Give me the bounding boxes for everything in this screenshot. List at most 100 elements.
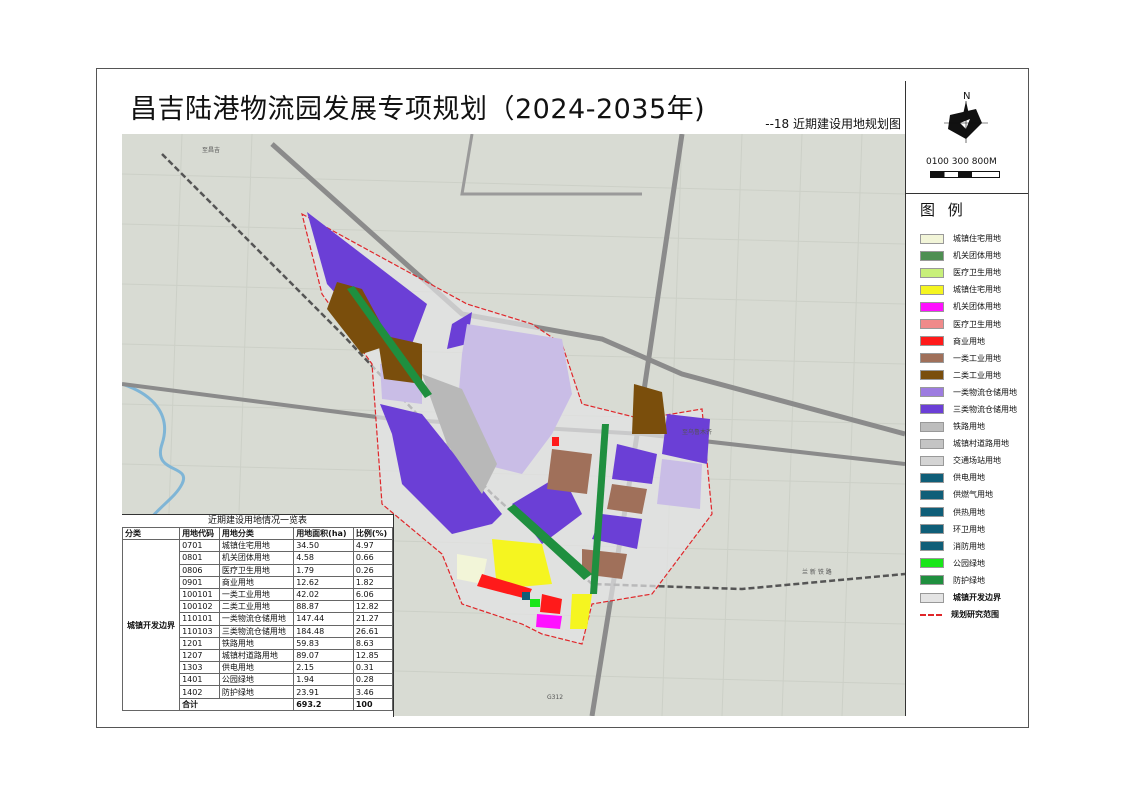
legend-label: 铁路用地 — [953, 422, 985, 432]
table-cell-area: 1.79 — [293, 563, 354, 577]
table-cell-name: 一类工业用地 — [218, 587, 295, 602]
rail-label: 兰 新 铁 路 — [802, 568, 832, 576]
table-cell-code: 1303 — [179, 661, 220, 675]
north-arrow-icon: N — [944, 91, 988, 143]
table-cell-name: 城镇住宅用地 — [218, 539, 295, 553]
legend-label: 一类工业用地 — [953, 353, 1001, 363]
table-cell-area: 59.83 — [293, 636, 354, 650]
table-cell-code: 1401 — [179, 673, 220, 687]
table-cell-code: 100101 — [179, 587, 220, 602]
legend-item: 城镇村道路用地 — [920, 435, 1017, 452]
legend-label: 机关团体用地 — [953, 302, 1001, 312]
table-cell-ratio: 0.26 — [352, 563, 394, 577]
table-cell-area: 42.02 — [293, 587, 354, 602]
table-cell-code: 0801 — [179, 551, 220, 565]
legend-label: 机关团体用地 — [953, 251, 1001, 261]
legend-swatch — [920, 233, 944, 244]
table-total-area: 693.2 — [293, 697, 354, 711]
table-header-row: 分类 用地代码 用地分类 用地面积(ha) 比例(%) — [121, 526, 394, 541]
legend-title: 图 例 — [920, 201, 967, 219]
table-cell-ratio: 12.82 — [352, 600, 394, 614]
table-cell-area: 1.94 — [293, 673, 354, 687]
table-cell-name: 二类工业用地 — [218, 600, 295, 614]
table-row: 城镇开发边界 0701 城镇住宅用地 34.50 4.97 — [121, 539, 394, 711]
legend-divider — [906, 193, 1028, 194]
road-label-north: 至昌吉 — [202, 147, 220, 154]
legend-item: 供燃气用地 — [920, 486, 1017, 503]
legend-item: 一类工业用地 — [920, 350, 1017, 367]
legend-label: 医疗卫生用地 — [953, 268, 1001, 278]
table-title: 近期建设用地情况一览表 — [207, 516, 307, 526]
table-cell-ratio: 0.28 — [352, 673, 394, 687]
legend-swatch — [920, 524, 944, 535]
legend-swatch — [920, 613, 942, 616]
legend-label: 防护绿地 — [953, 575, 985, 585]
legend-item: 城镇开发边界 — [920, 589, 1017, 606]
legend-item: 交通场站用地 — [920, 452, 1017, 469]
legend-label: 城镇住宅用地 — [953, 234, 1001, 244]
parcel-park — [530, 599, 540, 607]
table-cell-code: 0901 — [179, 575, 220, 589]
page-title: 昌吉陆港物流园发展专项规划（2024-2035年) — [130, 94, 706, 125]
legend-item: 供热用地 — [920, 504, 1017, 521]
legend-label: 消防用地 — [953, 541, 985, 551]
scale-bar — [930, 171, 1000, 178]
header-code: 用地代码 — [179, 526, 220, 541]
legend-item: 公园绿地 — [920, 555, 1017, 572]
legend-item: 二类工业用地 — [920, 367, 1017, 384]
legend-label: 供热用地 — [953, 507, 985, 517]
legend-label: 供电用地 — [953, 473, 985, 483]
legend-swatch — [920, 353, 944, 364]
table-cell-area: 4.58 — [293, 551, 354, 565]
legend-label: 医疗卫生用地 — [953, 319, 1001, 329]
legend-list: 城镇住宅用地 机关团体用地 医疗卫生用地 城镇住宅用地 机关团体用地 医疗卫生用地 商业用地… — [920, 230, 1017, 623]
table-cell-name: 城镇村道路用地 — [218, 648, 295, 663]
legend-label: 环卫用地 — [953, 524, 985, 534]
table-cell-code: 110103 — [179, 624, 220, 638]
road-label-east: 至乌鲁木齐 — [682, 428, 712, 436]
table-category-cell: 城镇开发边界 — [121, 539, 181, 711]
legend-item: 机关团体用地 — [920, 298, 1017, 315]
table-cell-name: 铁路用地 — [218, 636, 295, 650]
scale-label: 0100 300 800M — [926, 157, 997, 167]
table-cell-ratio: 6.06 — [352, 587, 394, 602]
legend-swatch — [920, 421, 944, 432]
legend-swatch — [920, 370, 944, 381]
parcel-logistics-1-east — [657, 459, 702, 509]
header-ratio: 比例(%) — [352, 526, 394, 541]
legend-item: 医疗卫生用地 — [920, 315, 1017, 332]
table-cell-code: 0701 — [179, 539, 220, 553]
table-cell-code: 110101 — [179, 612, 220, 626]
parcel-commercial-3 — [552, 437, 559, 446]
table-cell-code: 1201 — [179, 636, 220, 650]
legend-label: 城镇开发边界 — [953, 593, 1001, 603]
legend-swatch — [920, 472, 944, 483]
table-cell-ratio: 12.85 — [352, 648, 394, 663]
table-cell-area: 2.15 — [293, 661, 354, 675]
north-label: N — [963, 91, 970, 102]
table-cell-name: 一类物流仓储用地 — [218, 612, 295, 626]
legend-swatch — [920, 267, 944, 278]
table-cell-area: 184.48 — [293, 624, 354, 638]
table-cell-ratio: 21.27 — [352, 612, 394, 626]
legend-label: 规划研究范围 — [951, 610, 999, 620]
legend-swatch — [920, 301, 944, 312]
legend-item: 三类物流仓储用地 — [920, 401, 1017, 418]
legend-swatch — [920, 592, 944, 603]
legend-item: 规划研究范围 — [920, 606, 1017, 623]
land-use-table: 分类 用地代码 用地分类 用地面积(ha) 比例(%) 城镇开发边界 0701 城镇… — [121, 526, 394, 711]
legend-swatch — [920, 541, 944, 552]
legend-label: 三类物流仓储用地 — [953, 404, 1017, 414]
table-cell-ratio: 26.61 — [352, 624, 394, 638]
table-cell-ratio: 4.97 — [352, 539, 394, 553]
table-cell-ratio: 0.31 — [352, 661, 394, 675]
table-cell-ratio: 8.63 — [352, 636, 394, 650]
legend-swatch — [920, 336, 944, 347]
legend-item: 环卫用地 — [920, 521, 1017, 538]
legend-item: 城镇住宅用地 — [920, 230, 1017, 247]
table-cell-area: 34.50 — [293, 539, 354, 553]
header-category: 分类 — [121, 526, 181, 541]
legend-item: 医疗卫生用地 — [920, 264, 1017, 281]
table-cell-name: 机关团体用地 — [218, 551, 295, 565]
title-bar: 昌吉陆港物流园发展专项规划（2024-2035年) --18 近期建设用地规划图 — [122, 81, 905, 135]
